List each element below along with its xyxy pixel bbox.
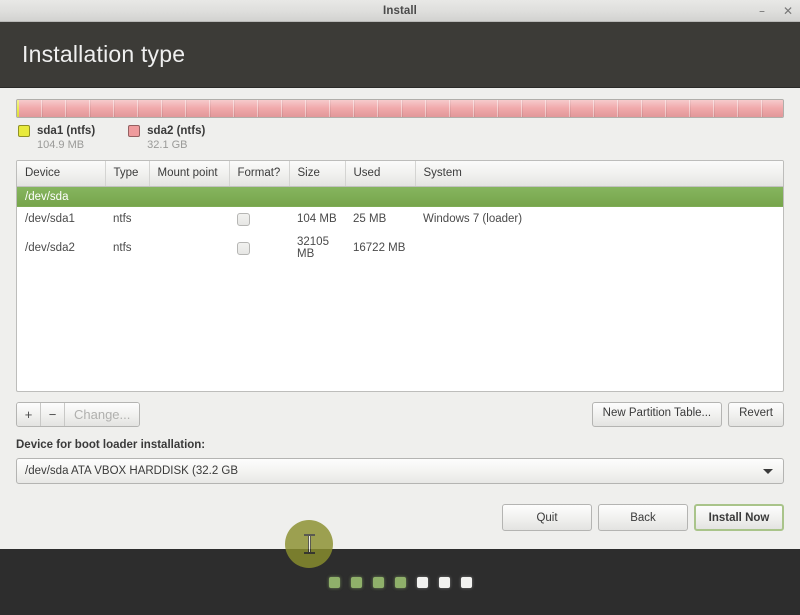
window-controls: – ✕ [756, 0, 794, 22]
boot-loader-selected-value: /dev/sda ATA VBOX HARDDISK (32.2 GB [25, 465, 239, 477]
cell-used: 16722 MB [345, 231, 415, 265]
legend-size: 32.1 GB [147, 139, 188, 151]
column-header-used[interactable]: Used [345, 161, 416, 187]
column-header-type[interactable]: Type [105, 161, 150, 187]
column-header-format[interactable]: Format? [229, 161, 290, 187]
legend-item-header: sda2 (ntfs) [128, 125, 205, 137]
partition-table-actions: New Partition Table... Revert [591, 401, 784, 427]
legend-label: sda2 (ntfs) [147, 125, 206, 137]
cell-used: 25 MB [345, 207, 415, 231]
cell-type: ntfs [105, 207, 149, 231]
progress-dot-3 [372, 576, 384, 588]
cell-system [415, 231, 783, 265]
progress-dot-5 [416, 576, 428, 588]
column-header-mount-point[interactable]: Mount point [149, 161, 230, 187]
format-checkbox[interactable] [237, 241, 250, 255]
legend-item-sda2: sda2 (ntfs) 32.1 GB [128, 125, 205, 151]
format-checkbox[interactable] [237, 212, 250, 226]
page-header: Installation type [0, 22, 800, 88]
legend-color-swatch [128, 125, 141, 137]
partition-table: Device Type Mount point Format? Size Used Syst… [17, 161, 783, 265]
close-icon[interactable]: ✕ [782, 5, 794, 17]
partition-legend: sda1 (ntfs) 104.9 MB sda2 (ntfs) 32.1 GB [16, 125, 784, 151]
cell-format[interactable] [229, 207, 289, 231]
navigation-buttons: Quit Back Install Now [502, 504, 784, 531]
table-row[interactable]: /dev/sda1 ntfs 104 MB 25 MB Windows 7 (loade… [17, 207, 783, 231]
cell-device: /dev/sda2 [17, 231, 105, 265]
boot-loader-device-select[interactable]: /dev/sda ATA VBOX HARDDISK (32.2 GB [16, 458, 784, 484]
disk-device-label: /dev/sda [17, 186, 783, 207]
table-row[interactable]: /dev/sda2 ntfs 32105 MB 16722 MB [17, 231, 783, 265]
progress-dot-1 [328, 576, 340, 588]
partition-bar-section [16, 88, 784, 118]
column-header-device[interactable]: Device [17, 161, 106, 187]
cell-system: Windows 7 (loader) [415, 207, 783, 231]
install-now-button[interactable]: Install Now [694, 504, 784, 531]
column-header-size[interactable]: Size [289, 161, 346, 187]
remove-partition-button[interactable]: − [41, 402, 65, 426]
partition-edit-button-group: + − Change... [16, 401, 141, 427]
table-row-disk[interactable]: /dev/sda [17, 186, 783, 207]
quit-button[interactable]: Quit [502, 504, 592, 531]
window-titlebar: Install – ✕ [0, 0, 800, 22]
legend-size: 104.9 MB [37, 139, 85, 151]
legend-item-sda1: sda1 (ntfs) 104.9 MB [18, 125, 95, 151]
partition-table-body: /dev/sda/dev/sda1 ntfs 104 MB 25 MB Windows … [17, 186, 783, 265]
chevron-down-icon [763, 468, 773, 474]
legend-item-header: sda1 (ntfs) [18, 125, 95, 137]
boot-loader-label: Device for boot loader installation: [16, 439, 206, 451]
cell-size: 32105 MB [289, 231, 345, 265]
minimize-icon[interactable]: – [756, 5, 768, 17]
progress-dot-4 [394, 576, 406, 588]
cell-mount-point [149, 231, 229, 265]
partition-actions-row: + − Change... New Partition Table... Rev… [16, 401, 784, 427]
page-title: Installation type [22, 41, 186, 67]
new-partition-table-button[interactable]: New Partition Table... [591, 401, 723, 427]
cell-format[interactable] [229, 231, 289, 265]
change-partition-button: Change... [65, 402, 140, 426]
progress-dot-2 [350, 576, 362, 588]
progress-dot-7 [460, 576, 472, 588]
cell-size: 104 MB [289, 207, 345, 231]
cell-mount-point [149, 207, 229, 231]
installer-window: Install – ✕ Installation type sda1 (ntfs… [0, 0, 800, 615]
legend-color-swatch [18, 125, 30, 137]
partition-segment-sda2[interactable] [19, 100, 783, 117]
legend-label: sda1 (ntfs) [37, 125, 96, 137]
window-title: Install [383, 4, 417, 17]
main-content: sda1 (ntfs) 104.9 MB sda2 (ntfs) 32.1 GB De… [0, 88, 800, 568]
progress-indicator [0, 549, 800, 615]
add-partition-button[interactable]: + [17, 402, 41, 426]
segment-gloss [19, 100, 783, 117]
cell-type: ntfs [105, 231, 149, 265]
progress-dot-6 [438, 576, 450, 588]
cell-device: /dev/sda1 [17, 207, 105, 231]
partition-usage-bar[interactable] [16, 99, 784, 118]
partition-table-container[interactable]: Device Type Mount point Format? Size Used Syst… [16, 160, 784, 392]
column-header-system[interactable]: System [415, 161, 783, 187]
back-button[interactable]: Back [598, 504, 688, 531]
revert-button[interactable]: Revert [728, 401, 784, 427]
table-header-row: Device Type Mount point Format? Size Used Syst… [17, 161, 783, 187]
partition-table-head: Device Type Mount point Format? Size Used Syst… [17, 161, 783, 187]
